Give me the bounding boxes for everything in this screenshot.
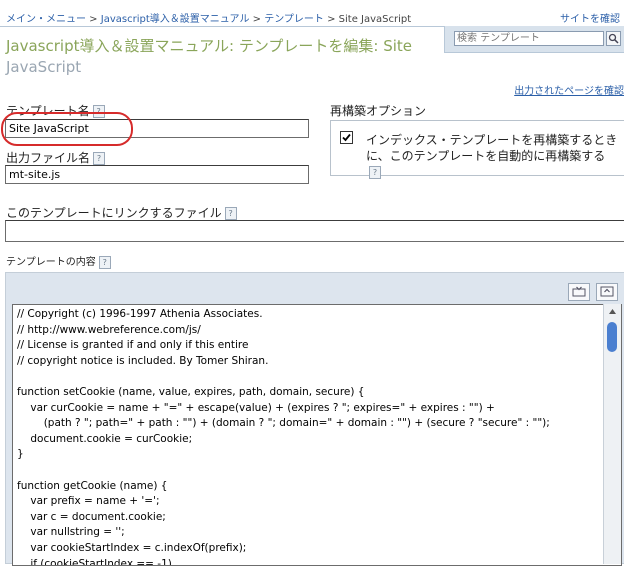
expand-editor-icon bbox=[600, 286, 614, 297]
linked-file-label-text: このテンプレートにリンクするファイル bbox=[6, 206, 222, 220]
output-file-input[interactable]: mt-site.js bbox=[5, 165, 309, 184]
page-title: Javascript導入＆設置マニュアル: テンプレートを編集: Site Ja… bbox=[6, 36, 436, 78]
scroll-up-icon bbox=[609, 309, 616, 314]
breadcrumb-main-menu[interactable]: メイン・メニュー bbox=[6, 14, 86, 25]
top-bar: メイン・メニュー > Javascript導入＆設置マニュアル > テンプレート… bbox=[0, 0, 624, 28]
output-file-label: 出力ファイル名? bbox=[6, 149, 106, 166]
help-icon[interactable]: ? bbox=[224, 207, 237, 220]
template-content-label: テンプレートの内容? bbox=[6, 253, 111, 269]
editor-scrollbar[interactable] bbox=[603, 304, 621, 564]
view-output-link[interactable]: 出力されたページを確認 bbox=[514, 82, 624, 97]
scroll-thumb[interactable] bbox=[607, 322, 617, 352]
page-title-main: Javascript導入＆設置マニュアル: テンプレートを編集: Site bbox=[6, 37, 413, 55]
search-icon bbox=[608, 33, 619, 44]
breadcrumb-templates[interactable]: テンプレート bbox=[264, 14, 324, 25]
breadcrumb-separator: > bbox=[249, 14, 265, 25]
breadcrumb-separator: > bbox=[323, 14, 339, 25]
search-button[interactable] bbox=[606, 31, 621, 46]
editor-shrink-button[interactable] bbox=[568, 283, 590, 301]
breadcrumb: メイン・メニュー > Javascript導入＆設置マニュアル > テンプレート… bbox=[6, 10, 411, 25]
template-code-editor[interactable]: // Copyright (c) 1996-1997 Athenia Assoc… bbox=[12, 304, 622, 566]
help-icon[interactable]: ? bbox=[93, 152, 106, 165]
rebuild-checkbox[interactable] bbox=[340, 131, 353, 144]
linked-file-input[interactable] bbox=[5, 220, 624, 242]
help-icon[interactable]: ? bbox=[369, 166, 381, 179]
template-code-text[interactable]: // Copyright (c) 1996-1997 Athenia Assoc… bbox=[13, 305, 621, 565]
scroll-up-button[interactable] bbox=[604, 304, 621, 319]
output-file-label-text: 出力ファイル名 bbox=[6, 151, 91, 165]
help-icon[interactable]: ? bbox=[98, 255, 111, 269]
template-content-label-text: テンプレートの内容 bbox=[6, 257, 96, 268]
page-title-sub: JavaScript bbox=[6, 58, 82, 76]
highlight-annotation bbox=[1, 112, 133, 146]
breadcrumb-current: Site JavaScript bbox=[338, 14, 412, 25]
breadcrumb-separator: > bbox=[86, 14, 101, 25]
rebuild-option-label: インデックス・テンプレートを再構築するときに、このテンプレートを自動的に再構築す… bbox=[366, 133, 618, 163]
view-site-link[interactable]: サイトを確認 bbox=[560, 10, 620, 25]
shrink-editor-icon bbox=[572, 286, 586, 297]
checkmark-icon bbox=[342, 133, 351, 142]
breadcrumb-blog[interactable]: Javascript導入＆設置マニュアル bbox=[101, 14, 250, 25]
search-input[interactable] bbox=[454, 31, 604, 46]
rebuild-options-label: 再構築オプション bbox=[330, 104, 427, 118]
linked-file-label: このテンプレートにリンクするファイル? bbox=[6, 204, 237, 221]
rebuild-option-text: インデックス・テンプレートを再構築するときに、このテンプレートを自動的に再構築す… bbox=[366, 132, 618, 180]
editor-expand-button[interactable] bbox=[596, 283, 618, 301]
